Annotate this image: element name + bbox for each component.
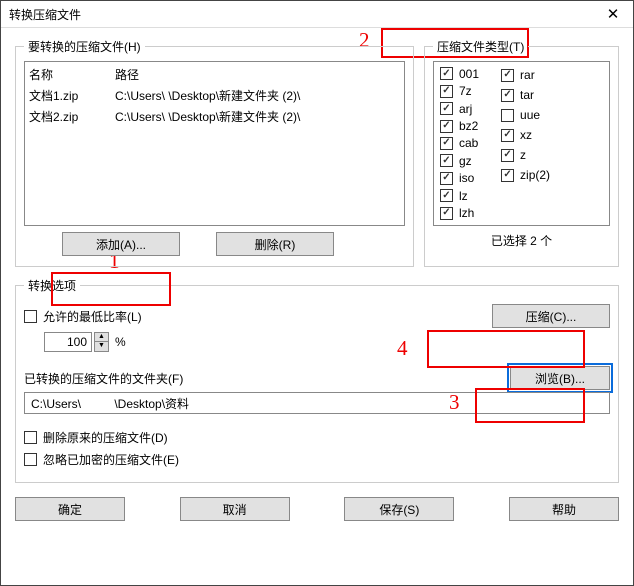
ok-button[interactable]: 确定 bbox=[15, 497, 125, 521]
checkbox-icon bbox=[501, 109, 514, 122]
type-label: 7z bbox=[459, 84, 472, 98]
file-list[interactable]: 名称 路径 文档1.zip C:\Users\ \Desktop\新建文件夹 (… bbox=[24, 61, 405, 226]
types-grid: 001 7z arj bz2 cab gz iso lz lzh rar tar uue xz z zip… bbox=[433, 61, 610, 226]
checkbox-icon bbox=[440, 137, 453, 150]
checkbox-icon bbox=[501, 129, 514, 142]
allow-min-ratio-label: 允许的最低比率(L) bbox=[43, 308, 142, 325]
folder-label: 已转换的压缩文件的文件夹(F) bbox=[24, 370, 183, 387]
type-label: z bbox=[520, 148, 526, 162]
type-label: lz bbox=[459, 189, 468, 203]
allow-min-ratio-check[interactable]: 允许的最低比率(L) bbox=[24, 307, 142, 325]
type-label: gz bbox=[459, 154, 472, 168]
type-check-zip(2)[interactable]: zip(2) bbox=[501, 166, 550, 184]
type-label: lzh bbox=[459, 206, 474, 220]
list-item[interactable]: 文档1.zip C:\Users\ \Desktop\新建文件夹 (2)\ bbox=[29, 85, 400, 106]
checkbox-icon bbox=[501, 69, 514, 82]
checkbox-icon bbox=[440, 85, 453, 98]
compress-button[interactable]: 压缩(C)... bbox=[492, 304, 610, 328]
checkbox-icon bbox=[24, 310, 37, 323]
conversion-options: 转换选项 允许的最低比率(L) 压缩(C)... ▲▼ % bbox=[15, 277, 619, 483]
ratio-stepper[interactable]: ▲▼ bbox=[44, 332, 109, 352]
add-button[interactable]: 添加(A)... bbox=[62, 232, 180, 256]
checkbox-icon bbox=[440, 67, 453, 80]
checkbox-icon bbox=[440, 172, 453, 185]
type-check-001[interactable]: 001 bbox=[440, 66, 479, 81]
browse-button[interactable]: 浏览(B)... bbox=[510, 366, 610, 390]
type-check-7z[interactable]: 7z bbox=[440, 83, 479, 98]
titlebar: 转换压缩文件 ✕ bbox=[1, 1, 633, 28]
type-label: bz2 bbox=[459, 119, 478, 133]
ratio-input[interactable] bbox=[44, 332, 92, 352]
type-check-lz[interactable]: lz bbox=[440, 188, 479, 203]
ratio-suffix: % bbox=[115, 335, 126, 349]
checkbox-icon bbox=[24, 453, 37, 466]
type-check-arj[interactable]: arj bbox=[440, 101, 479, 116]
window-frame: 转换压缩文件 ✕ 1 2 3 4 要转换的压缩文件(H) 名称 路径 文档1.z bbox=[0, 0, 634, 586]
type-label: iso bbox=[459, 171, 474, 185]
window-title: 转换压缩文件 bbox=[1, 6, 81, 23]
type-label: rar bbox=[520, 68, 535, 82]
type-check-xz[interactable]: xz bbox=[501, 126, 550, 144]
type-label: arj bbox=[459, 102, 472, 116]
checkbox-icon bbox=[440, 207, 453, 220]
delete-button[interactable]: 删除(R) bbox=[216, 232, 334, 256]
col-path-header: 路径 bbox=[115, 66, 139, 83]
list-item[interactable]: 文档2.zip C:\Users\ \Desktop\新建文件夹 (2)\ bbox=[29, 106, 400, 127]
type-label: cab bbox=[459, 136, 478, 150]
spin-arrows[interactable]: ▲▼ bbox=[94, 332, 109, 352]
type-check-gz[interactable]: gz bbox=[440, 153, 479, 168]
col-name-header: 名称 bbox=[29, 66, 99, 83]
checkbox-icon bbox=[440, 120, 453, 133]
type-check-bz2[interactable]: bz2 bbox=[440, 118, 479, 133]
types-group: 压缩文件类型(T) 001 7z arj bz2 cab gz iso lz lzh rar ta… bbox=[424, 38, 619, 267]
files-legend: 要转换的压缩文件(H) bbox=[24, 38, 145, 55]
type-check-lzh[interactable]: lzh bbox=[440, 206, 479, 221]
type-check-cab[interactable]: cab bbox=[440, 136, 479, 151]
type-label: tar bbox=[520, 88, 534, 102]
cancel-button[interactable]: 取消 bbox=[180, 497, 290, 521]
checkbox-icon bbox=[501, 169, 514, 182]
checkbox-icon bbox=[501, 149, 514, 162]
checkbox-icon bbox=[440, 154, 453, 167]
close-icon[interactable]: ✕ bbox=[593, 1, 633, 28]
dialog-button-bar: 确定 取消 保存(S) 帮助 bbox=[15, 489, 619, 521]
type-check-tar[interactable]: tar bbox=[501, 86, 550, 104]
types-legend: 压缩文件类型(T) bbox=[433, 38, 528, 55]
type-label: zip(2) bbox=[520, 168, 550, 182]
skip-encrypted-label: 忽略已加密的压缩文件(E) bbox=[43, 451, 179, 468]
help-button[interactable]: 帮助 bbox=[509, 497, 619, 521]
conv-legend: 转换选项 bbox=[24, 277, 80, 294]
checkbox-icon bbox=[24, 431, 37, 444]
type-check-uue[interactable]: uue bbox=[501, 106, 550, 124]
checkbox-icon bbox=[440, 102, 453, 115]
type-check-z[interactable]: z bbox=[501, 146, 550, 164]
type-label: xz bbox=[520, 128, 532, 142]
type-label: 001 bbox=[459, 67, 479, 81]
skip-encrypted-check[interactable]: 忽略已加密的压缩文件(E) bbox=[24, 450, 179, 468]
save-button[interactable]: 保存(S) bbox=[344, 497, 454, 521]
folder-path-input[interactable] bbox=[24, 392, 610, 414]
type-label: uue bbox=[520, 108, 540, 122]
type-check-iso[interactable]: iso bbox=[440, 171, 479, 186]
type-check-rar[interactable]: rar bbox=[501, 66, 550, 84]
delete-original-check[interactable]: 删除原来的压缩文件(D) bbox=[24, 428, 168, 446]
checkbox-icon bbox=[501, 89, 514, 102]
checkbox-icon bbox=[440, 189, 453, 202]
selected-count: 已选择 2 个 bbox=[433, 226, 610, 249]
delete-original-label: 删除原来的压缩文件(D) bbox=[43, 429, 168, 446]
files-group: 要转换的压缩文件(H) 名称 路径 文档1.zip C:\Users\ \Des… bbox=[15, 38, 414, 267]
